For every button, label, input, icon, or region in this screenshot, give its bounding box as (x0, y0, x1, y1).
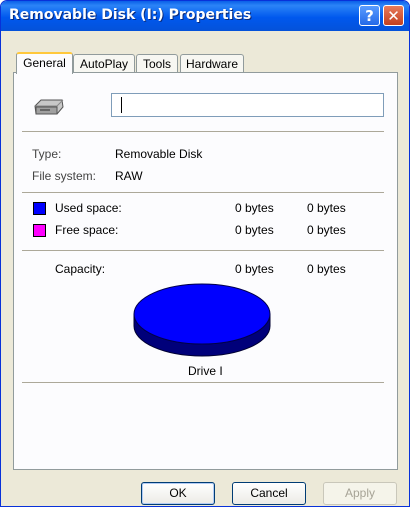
used-space-label: Used space: (55, 201, 122, 215)
cancel-button[interactable]: Cancel (232, 482, 306, 505)
close-button[interactable]: ✕ (383, 5, 404, 26)
volume-label-input[interactable] (111, 93, 384, 117)
ok-button[interactable]: OK (141, 482, 215, 505)
used-space-size: 0 bytes (307, 201, 346, 215)
type-label: Type: (32, 147, 62, 161)
capacity-label: Capacity: (55, 262, 106, 276)
type-value: Removable Disk (115, 147, 203, 161)
disk-usage-pie (133, 283, 271, 357)
free-space-label: Free space: (55, 223, 119, 237)
free-space-bytes: 0 bytes (235, 223, 274, 237)
free-space-size: 0 bytes (307, 223, 346, 237)
text-caret (121, 97, 122, 113)
divider (22, 250, 384, 251)
divider (22, 192, 384, 193)
tab-autoplay[interactable]: AutoPlay (73, 54, 135, 72)
apply-button[interactable]: Apply (323, 482, 397, 505)
tab-general[interactable]: General (16, 52, 73, 74)
title-bar[interactable]: Removable Disk (I:) Properties ? ✕ (1, 1, 409, 31)
divider (22, 382, 384, 383)
used-space-bytes: 0 bytes (235, 201, 274, 215)
tab-hardware[interactable]: Hardware (180, 54, 244, 72)
file-system-label: File system: (32, 169, 97, 183)
window-title: Removable Disk (I:) Properties (9, 7, 252, 23)
drive-caption: Drive I (188, 364, 223, 378)
divider (22, 131, 384, 132)
tab-tools[interactable]: Tools (136, 54, 178, 72)
capacity-size: 0 bytes (307, 262, 346, 276)
removable-drive-icon (34, 99, 64, 115)
capacity-bytes: 0 bytes (235, 262, 274, 276)
help-button[interactable]: ? (359, 5, 380, 26)
file-system-value: RAW (115, 169, 143, 183)
used-space-swatch (33, 202, 46, 215)
free-space-swatch (33, 224, 46, 237)
